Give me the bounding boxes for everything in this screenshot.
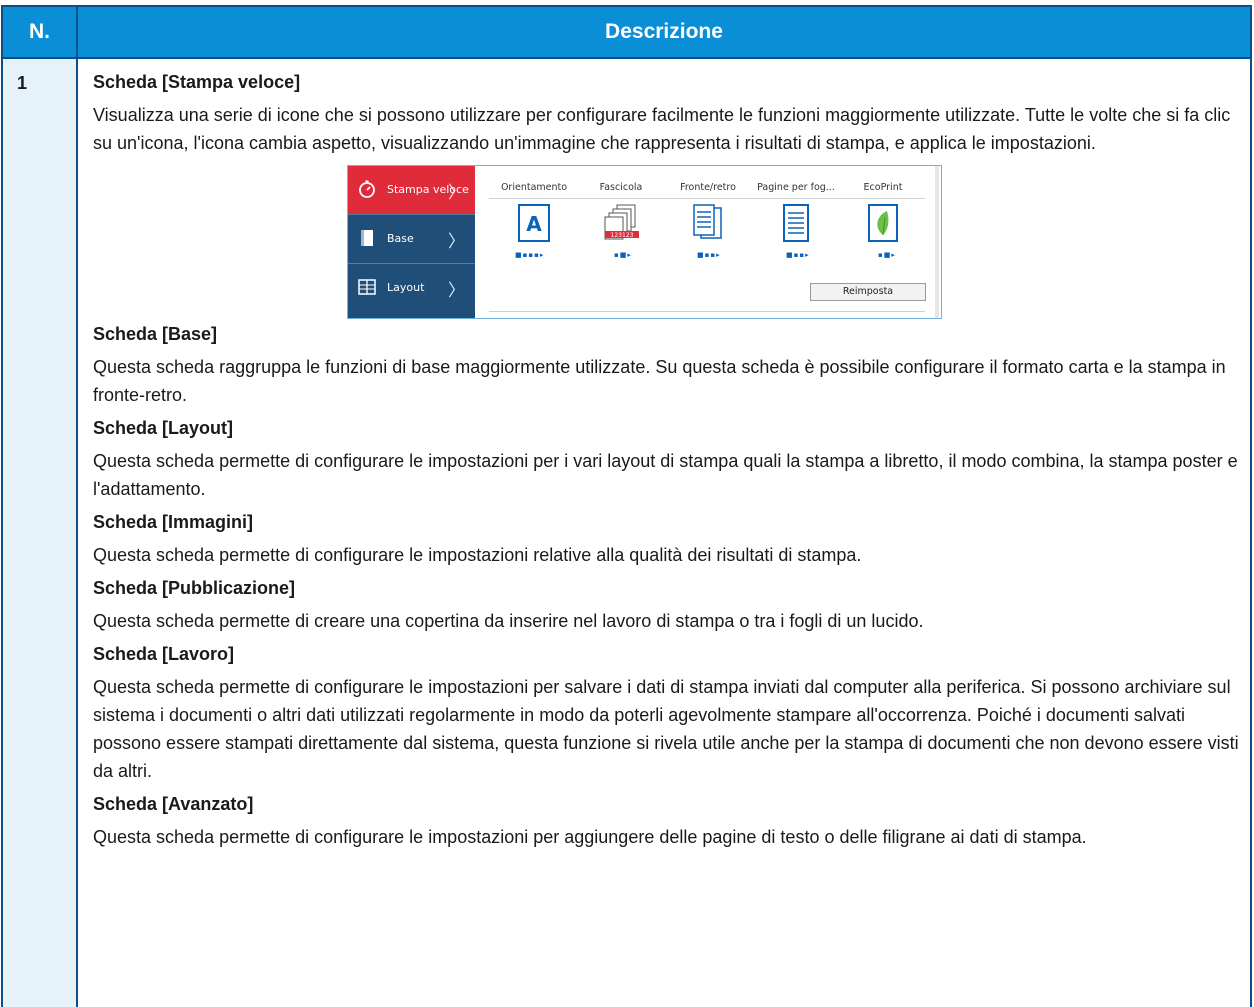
chevron-right-icon: 〉 [448, 183, 465, 203]
section-body: Questa scheda permette di creare una cop… [93, 611, 924, 631]
header-divider [489, 198, 925, 199]
section-title: Scheda [Layout] [93, 418, 234, 438]
scrollbar[interactable] [935, 166, 939, 318]
driver-screenshot: Stampa veloce 〉 Base 〉 Layout 〉 Orientam… [347, 165, 942, 319]
option-label-ecoprint: EcoPrint [863, 182, 903, 193]
stopwatch-icon [359, 180, 375, 198]
layout-icon [358, 279, 376, 295]
mini-sidebar-item-layout[interactable]: Layout 〉 [348, 264, 475, 312]
option-label-fronte-retro: Fronte/retro [680, 182, 736, 193]
mini-sidebar-item-base[interactable]: Base 〉 [348, 215, 475, 263]
section-stampa-veloce: Scheda [Stampa veloce] Visualizza una se… [93, 71, 1240, 157]
chevron-right-icon: 〉 [448, 281, 465, 301]
table-header-row: N. Descrizione [1, 5, 1252, 59]
section-pubblicazione: Scheda [Pubblicazione] Questa scheda per… [93, 577, 1240, 635]
section-title: Scheda [Avanzato] [93, 794, 254, 814]
section-title: Scheda [Base] [93, 324, 218, 344]
row-number: 1 [1, 58, 78, 1007]
section-body: Questa scheda permette di configurare le… [93, 677, 1239, 781]
section-title: Scheda [Lavoro] [93, 644, 235, 664]
chevron-right-icon: 〉 [448, 232, 465, 252]
duplex-icon[interactable] [691, 204, 725, 242]
svg-text:A: A [526, 212, 542, 236]
pages-per-sheet-icon[interactable] [779, 204, 813, 242]
section-immagini: Scheda [Immagini] Questa scheda permette… [93, 511, 1240, 569]
orientation-icon[interactable]: A [517, 204, 551, 242]
option-label-pagine-per-foglio: Pagine per fog... [757, 182, 835, 193]
section-title: Scheda [Immagini] [93, 512, 254, 532]
section-title: Scheda [Stampa veloce] [93, 72, 301, 92]
section-base: Scheda [Base] Questa scheda raggruppa le… [93, 323, 1240, 409]
mini-sidebar-item-stampa-veloce[interactable]: Stampa veloce 〉 [348, 166, 475, 214]
section-title: Scheda [Pubblicazione] [93, 578, 296, 598]
section-lavoro: Scheda [Lavoro] Questa scheda permette d… [93, 643, 1240, 785]
section-layout: Scheda [Layout] Questa scheda permette d… [93, 417, 1240, 503]
svg-text:123123: 123123 [611, 232, 634, 239]
description-cell: Scheda [Stampa veloce] Visualizza una se… [76, 58, 1252, 1007]
header-description: Descrizione [76, 5, 1252, 59]
section-body: Questa scheda permette di configurare le… [93, 827, 1087, 847]
reset-button[interactable]: Reimposta [810, 283, 926, 301]
section-body: Questa scheda permette di configurare le… [93, 451, 1238, 499]
option-state-indicator: ■▪▪▸ [697, 251, 721, 259]
option-state-indicator: ■▪▪▪▸ [515, 251, 545, 259]
bottom-divider [489, 311, 925, 312]
option-state-indicator: ▪■▸ [878, 251, 896, 259]
section-body: Questa scheda raggruppa le funzioni di b… [93, 357, 1226, 405]
mini-sidebar-label: Base [387, 232, 414, 245]
section-avanzato: Scheda [Avanzato] Questa scheda permette… [93, 793, 1240, 851]
description-table: N. Descrizione 1 Scheda [Stampa veloce] … [1, 5, 1252, 1007]
collate-icon[interactable]: 123123 [603, 204, 641, 242]
table-row: 1 Scheda [Stampa veloce] Visualizza una … [1, 58, 1252, 1007]
page-icon [361, 230, 373, 246]
leaf-icon[interactable] [866, 204, 900, 242]
option-label-orientamento: Orientamento [500, 182, 568, 193]
section-body: Visualizza una serie di icone che si pos… [93, 105, 1231, 153]
option-label-fascicola: Fascicola [599, 182, 643, 193]
section-body: Questa scheda permette di configurare le… [93, 545, 862, 565]
option-state-indicator: ▪■▸ [614, 251, 632, 259]
mini-sidebar: Stampa veloce 〉 Base 〉 Layout 〉 [348, 166, 475, 318]
mini-sidebar-label: Layout [387, 281, 425, 294]
header-number: N. [1, 5, 78, 59]
option-state-indicator: ■▪▪▸ [786, 251, 810, 259]
